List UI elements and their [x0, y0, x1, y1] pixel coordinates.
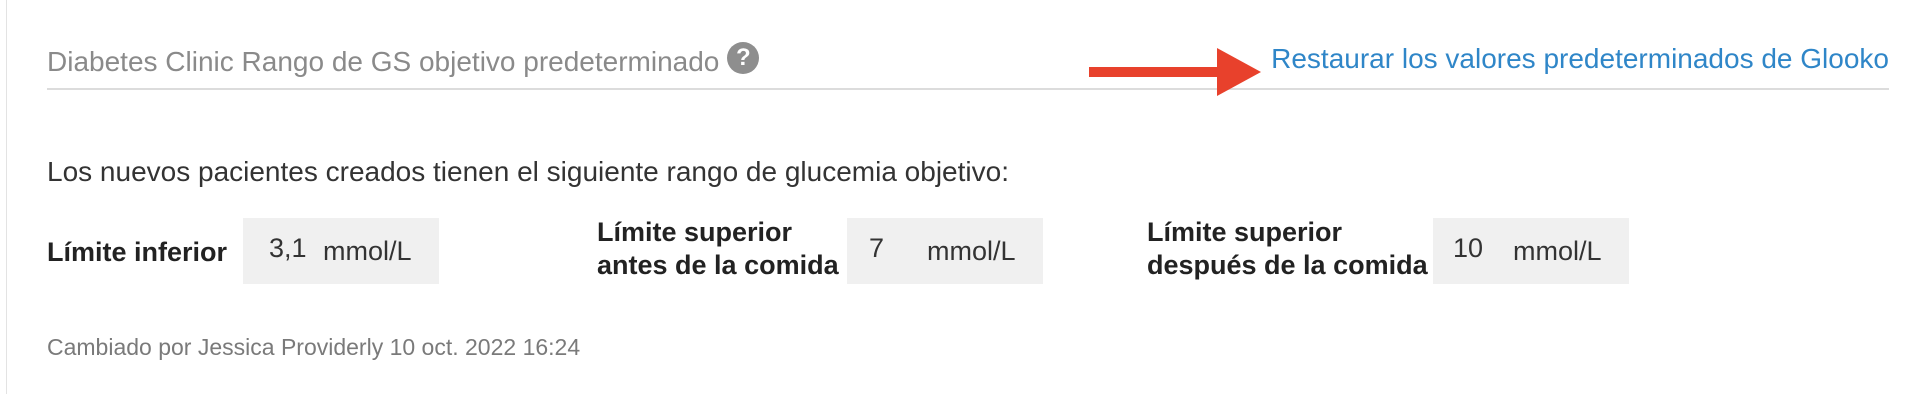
intro-text: Los nuevos pacientes creados tienen el s… — [47, 156, 1009, 187]
section-header: Diabetes Clinic Rango de GS objetivo pre… — [47, 36, 1889, 96]
lower-limit-input[interactable]: 3,1 mmol/L — [243, 218, 439, 284]
upper-limit-after-meal-label-line2: después de la comida — [1147, 250, 1428, 280]
restore-defaults-link[interactable]: Restaurar los valores predeterminados de… — [1271, 43, 1889, 75]
section-title: Diabetes Clinic Rango de GS objetivo pre… — [47, 42, 760, 78]
lower-limit-value: 3,1 — [269, 233, 307, 263]
upper-limit-before-meal-label-line2: antes de la comida — [597, 250, 839, 280]
question-circle-icon[interactable]: ? — [727, 42, 760, 74]
upper-limit-after-meal-label: Límite superior después de la comida — [1147, 216, 1428, 282]
upper-limit-before-meal-value: 7 — [869, 233, 885, 263]
upper-limit-before-meal-input[interactable]: 7 mmol/L — [847, 218, 1043, 284]
changed-by-text: Cambiado por Jessica Providerly 10 oct. … — [47, 334, 581, 360]
target-range-panel: Diabetes Clinic Rango de GS objetivo pre… — [6, 0, 1926, 394]
upper-limit-after-meal-label-line1: Límite superior — [1147, 217, 1343, 247]
lower-limit-unit: mmol/L — [323, 236, 412, 266]
upper-limit-after-meal-input[interactable]: 10 mmol/L — [1433, 218, 1629, 284]
lower-limit-label: Límite inferior — [47, 237, 228, 267]
upper-limit-after-meal-value: 10 — [1453, 233, 1484, 263]
upper-limit-after-meal-unit: mmol/L — [1513, 236, 1602, 266]
upper-limit-before-meal-label: Límite superior antes de la comida — [597, 216, 839, 282]
upper-limit-before-meal-unit: mmol/L — [927, 236, 1016, 266]
upper-limit-before-meal-label-line1: Límite superior — [597, 217, 793, 247]
